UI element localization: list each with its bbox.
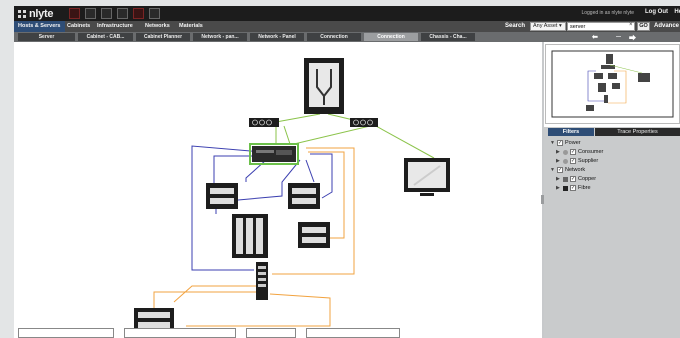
copper-checkbox[interactable]: ✓	[570, 176, 576, 182]
filter-power[interactable]: ▼ ✓ Power	[550, 140, 581, 146]
connection-graph	[134, 58, 450, 334]
bottom-box-2	[124, 328, 236, 338]
logout-link[interactable]: Log Out	[645, 9, 668, 15]
selected-server[interactable]	[249, 143, 299, 165]
app-launcher	[69, 8, 160, 19]
filter-label: Copper	[578, 176, 597, 182]
power-outlet-strip-left[interactable]	[249, 118, 279, 127]
link-fibre-1	[272, 147, 355, 275]
network-checkbox[interactable]: ✓	[557, 167, 563, 173]
link-power-e	[293, 125, 371, 145]
monitor-device[interactable]	[404, 158, 450, 196]
expand-icon[interactable]: ▶	[556, 176, 561, 182]
power-checkbox[interactable]: ✓	[557, 140, 563, 146]
main-nav: Hosts & Servers Cabinets Infrastructure …	[14, 21, 680, 32]
tools-icon[interactable]	[149, 8, 160, 19]
consumer-icon	[563, 149, 568, 155]
back-arrow-icon[interactable]: ⬅	[592, 33, 598, 41]
filter-network[interactable]: ▼ ✓ Network	[550, 167, 585, 173]
logo-dots-icon	[18, 9, 26, 18]
fibre-checkbox[interactable]: ✓	[570, 185, 576, 191]
power-outlet-strip-right[interactable]	[350, 118, 378, 127]
search-label: Search	[505, 23, 526, 29]
collapse-icon[interactable]: ▼	[550, 140, 555, 146]
tab-trace-properties[interactable]: Trace Properties	[595, 128, 680, 136]
nav-item-materials[interactable]: Materials	[179, 23, 203, 29]
tab-network-panel[interactable]: Network - Panel	[250, 33, 304, 41]
link-fibre-3	[153, 291, 264, 310]
help-link[interactable]: He	[674, 9, 680, 15]
advanced-search-link[interactable]: Advance	[654, 23, 679, 29]
bottom-box-1	[18, 328, 114, 338]
logged-in-user: Logged in as nlyte nlyte	[581, 10, 634, 16]
filter-label: Power	[565, 140, 581, 146]
dashboard-icon[interactable]	[69, 8, 80, 19]
reports-icon[interactable]	[85, 8, 96, 19]
nlyte-logo: nlyte	[18, 7, 54, 20]
nlyte-app-window: nlyte Logged in as nlyte nlyte Log Out H…	[14, 6, 680, 338]
filter-label: Network	[565, 167, 586, 173]
expand-icon[interactable]: ▶	[556, 158, 561, 164]
search-go-button[interactable]: GO	[637, 22, 650, 31]
fibre-icon	[563, 185, 568, 191]
patch-panel-1[interactable]	[206, 183, 238, 209]
supplier-icon	[563, 158, 568, 164]
tab-chassis-cha[interactable]: Chassis - Cha...	[421, 33, 475, 41]
link-power-d	[283, 125, 291, 145]
floorplan-icon[interactable]	[101, 8, 112, 19]
forward-arrow-icon[interactable]: ⮕	[629, 33, 636, 43]
consumer-checkbox[interactable]: ✓	[570, 149, 576, 155]
top-bar: nlyte Logged in as nlyte nlyte Log Out H…	[14, 6, 680, 21]
search-input[interactable]	[567, 22, 635, 31]
filter-copper[interactable]: ▶ ✓ Copper	[556, 176, 596, 182]
blade-chassis[interactable]	[232, 214, 268, 258]
document-tabs: Server Cabinet - CAB... Cabinet Planner …	[14, 32, 542, 42]
patch-panel-2[interactable]	[288, 183, 320, 209]
nav-item-hosts-servers[interactable]: Hosts & Servers	[14, 21, 65, 32]
copper-icon	[563, 176, 568, 182]
workflow-icon[interactable]	[117, 8, 128, 19]
connection-diagram[interactable]	[14, 42, 542, 338]
expand-icon[interactable]: ▶	[556, 185, 561, 191]
tab-filters[interactable]: Filters	[548, 128, 594, 136]
link-power-a	[275, 113, 321, 123]
diagram-minimap[interactable]	[545, 44, 680, 124]
nav-item-networks[interactable]: Networks	[145, 23, 170, 29]
nav-item-infrastructure[interactable]: Infrastructure	[97, 23, 133, 29]
filter-label: Consumer	[578, 149, 604, 155]
home-dash-icon[interactable]: —	[616, 34, 621, 40]
panel-header: ⬅ — ⮕	[542, 32, 680, 42]
filters-panel: Filters Trace Properties ▼ ✓ Power ▶ ✓ C…	[544, 127, 680, 338]
tab-server[interactable]: Server	[18, 33, 75, 41]
link-copper-4	[305, 159, 315, 183]
calendar-icon[interactable]	[133, 8, 144, 19]
tab-connection-2[interactable]: Connection	[364, 33, 418, 41]
pdu-device[interactable]	[304, 58, 344, 114]
minimap-graph	[551, 50, 674, 118]
network-switch[interactable]	[256, 262, 268, 300]
nav-item-cabinets[interactable]: Cabinets	[67, 23, 90, 29]
link-fibre-5	[173, 285, 264, 303]
filter-label: Fibre	[578, 185, 591, 191]
collapse-icon[interactable]: ▼	[550, 167, 555, 173]
asset-type-select[interactable]: Any Asset ▾	[530, 22, 566, 31]
logo-text: nlyte	[29, 7, 54, 20]
bottom-box-4	[306, 328, 400, 338]
filter-supplier[interactable]: ▶ ✓ Supplier	[556, 158, 598, 164]
expand-icon[interactable]: ▶	[556, 149, 561, 155]
tab-cabinet-planner[interactable]: Cabinet Planner	[136, 33, 190, 41]
tab-cabinet-cab[interactable]: Cabinet - CAB...	[78, 33, 133, 41]
patch-panel-3[interactable]	[298, 222, 330, 248]
link-power-monitor	[375, 125, 435, 159]
bottom-box-3	[246, 328, 296, 338]
tab-connection-1[interactable]: Connection	[307, 33, 361, 41]
supplier-checkbox[interactable]: ✓	[570, 158, 576, 164]
clear-search-icon[interactable]: ×	[629, 22, 633, 28]
tab-network-pan[interactable]: Network - pan...	[193, 33, 247, 41]
filter-fibre[interactable]: ▶ ✓ Fibre	[556, 185, 591, 191]
filter-label: Supplier	[578, 158, 599, 164]
filter-consumer[interactable]: ▶ ✓ Consumer	[556, 149, 603, 155]
